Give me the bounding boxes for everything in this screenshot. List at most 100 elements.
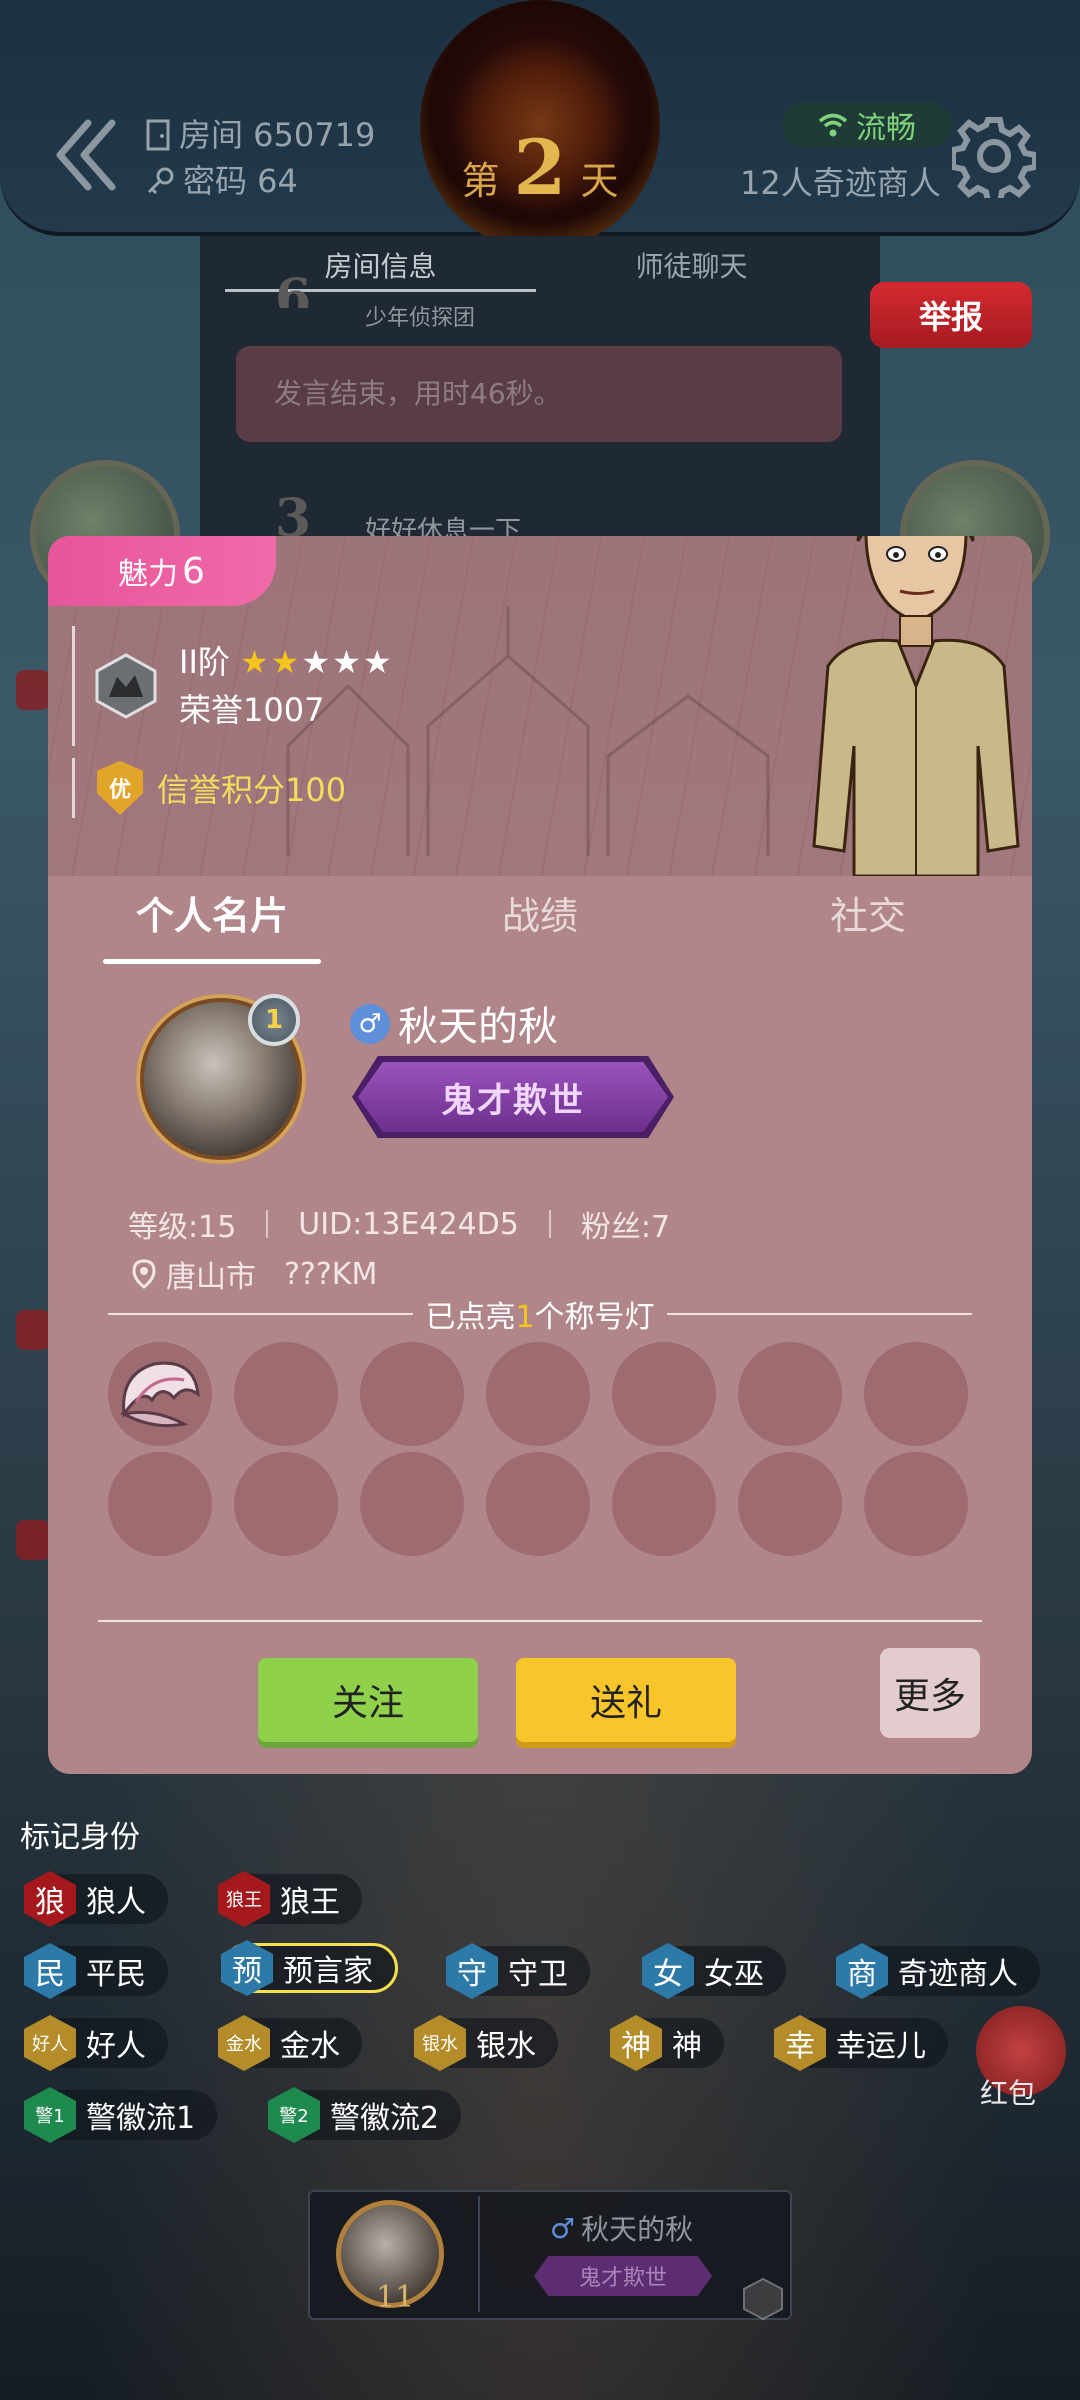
divider-line: [666, 1313, 972, 1315]
title-lamp-empty: [738, 1342, 842, 1446]
profile-card: 魅力 6 II阶 ★★★★★ 荣誉1007 优 信誉积分100 个人名片 战绩 …: [48, 536, 1032, 1774]
day-suffix: 天: [580, 159, 619, 203]
title-lamp-empty: [108, 1452, 212, 1556]
card-divider: [98, 1620, 982, 1622]
stats-divider: [266, 1210, 269, 1238]
identity-tag-villager[interactable]: 民 平民: [24, 1943, 168, 1999]
network-status: 流畅: [782, 102, 952, 148]
rank-block: II阶 ★★★★★ 荣誉1007: [72, 626, 394, 746]
identity-tag-merchant[interactable]: 商 奇迹商人: [836, 1943, 1040, 1999]
title-lamps-grid: [108, 1342, 978, 1556]
identity-tag-label: 狼人: [86, 1885, 146, 1920]
identity-tag-label: 银水: [476, 2029, 536, 2064]
credit-grade: 优: [108, 778, 131, 803]
seat-tag-left-2: [16, 1310, 50, 1350]
chat-message: 发言结束，用时46秒。: [236, 346, 842, 442]
day-number: 2: [513, 123, 567, 212]
wolf-rank-emblem-icon: [743, 2277, 783, 2321]
location-distance: ???KM: [284, 1256, 378, 1292]
identity-tag-label: 女巫: [704, 1957, 764, 1992]
tab-record[interactable]: 战绩: [376, 876, 704, 968]
day-prefix: 第: [461, 159, 500, 203]
charm-label: 魅力: [118, 557, 178, 592]
identity-tag-label: 好人: [86, 2029, 146, 2064]
player-title-badge[interactable]: 鬼才欺世: [358, 1062, 668, 1132]
network-status-text: 流畅: [856, 111, 916, 146]
send-gift-button[interactable]: 送礼: [516, 1658, 736, 1742]
identity-tag-good[interactable]: 好人 好人: [24, 2015, 168, 2071]
title-lamp-empty: [738, 1452, 842, 1556]
player-strip-name: ♂ 秋天的秋: [550, 2208, 693, 2248]
location-pin-icon: [132, 1259, 156, 1289]
identity-tag-god[interactable]: 神 神: [610, 2015, 724, 2071]
identity-tag-label: 金水: [280, 2029, 340, 2064]
tab-room-info[interactable]: 房间信息: [225, 242, 536, 292]
title-lamp-empty: [864, 1342, 968, 1446]
charm-badge: 魅力 6: [48, 536, 276, 606]
lamps-count: 1: [515, 1300, 535, 1335]
divider-line: [108, 1313, 414, 1315]
male-gender-icon: ♂: [550, 2211, 576, 2245]
player-fans: 粉丝:7: [580, 1210, 671, 1245]
lamps-prefix: 已点亮: [425, 1300, 516, 1335]
title-lamp-empty: [360, 1452, 464, 1556]
identity-tag-wolf-king[interactable]: 狼王 狼王: [218, 1871, 362, 1927]
title-lamp-empty: [234, 1342, 338, 1446]
wifi-icon: [818, 113, 848, 137]
report-button[interactable]: 举报: [870, 282, 1032, 348]
identity-tag-label: 神: [672, 2029, 702, 2064]
shell-fan-icon: [119, 1361, 200, 1428]
identity-tag-silver-water[interactable]: 银水 银水: [414, 2015, 558, 2071]
door-icon: [146, 119, 170, 151]
identity-tag-badge-flow-1[interactable]: 警1 警徽流1: [24, 2087, 218, 2143]
settings-button[interactable]: [950, 112, 1038, 200]
identity-tag-seer[interactable]: 预 预言家: [221, 1940, 398, 1996]
title-lamps-header: 已点亮1个称号灯: [108, 1294, 972, 1335]
title-lamp-empty: [612, 1452, 716, 1556]
chat-seat-number: 6: [275, 268, 312, 308]
title-lamp-lit[interactable]: [108, 1342, 212, 1446]
identity-tag-label: 平民: [86, 1957, 146, 1992]
shield-icon: 优: [97, 761, 143, 815]
identity-tag-gold-water[interactable]: 金水 金水: [218, 2015, 362, 2071]
day-indicator: 第2天: [420, 0, 660, 250]
credit-block: 优 信誉积分100: [72, 758, 346, 818]
title-lamp-empty: [486, 1452, 590, 1556]
tab-personal-card[interactable]: 个人名片: [48, 876, 376, 968]
identity-tag-lucky[interactable]: 幸 幸运儿: [774, 2015, 948, 2071]
title-lamp-empty: [612, 1342, 716, 1446]
double-chevron-left-icon: [56, 119, 116, 191]
tab-social[interactable]: 社交: [704, 876, 1032, 968]
title-lamp-empty: [486, 1342, 590, 1446]
identity-tag-guard[interactable]: 守 守卫: [446, 1943, 590, 1999]
chat-tabs: 房间信息 师徒聊天: [225, 242, 847, 292]
identity-tag-label: 警徽流2: [330, 2101, 440, 2136]
player-level: 等级:15: [128, 1210, 237, 1245]
seat-tag-left-3: [16, 1520, 50, 1560]
stats-divider: [548, 1210, 551, 1238]
identity-tag-werewolf[interactable]: 狼 狼人: [24, 1871, 168, 1927]
more-button[interactable]: 更多: [880, 1648, 980, 1738]
player-uid: UID:13E424D5: [298, 1206, 519, 1242]
identity-tag-witch[interactable]: 女 女巫: [642, 1943, 786, 1999]
male-gender-icon: ♂: [350, 1004, 390, 1044]
room-info: 房间 650719 密码 64: [145, 112, 375, 204]
key-icon: [147, 167, 174, 195]
identity-mark-title: 标记身份: [20, 1820, 140, 1855]
strip-divider: [478, 2196, 480, 2312]
identity-tag-label: 奇迹商人: [898, 1957, 1018, 1992]
seat-tag-left: [16, 670, 50, 710]
rank-tier: II阶: [179, 643, 230, 681]
player-nickname: 秋天的秋: [398, 1004, 558, 1050]
follow-button[interactable]: 关注: [258, 1658, 478, 1742]
tab-mentor-chat[interactable]: 师徒聊天: [536, 242, 847, 292]
honor-points: 荣誉1007: [179, 691, 325, 729]
title-lamp-empty: [234, 1452, 338, 1556]
identity-tag-label: 幸运儿: [836, 2029, 926, 2064]
room-password: 密码 64: [183, 162, 298, 200]
charm-value: 6: [182, 550, 205, 592]
back-button[interactable]: [50, 110, 120, 200]
title-lamp-empty: [864, 1452, 968, 1556]
avatar-level-medal: 1: [248, 994, 300, 1046]
identity-tag-badge-flow-2[interactable]: 警2 警徽流2: [268, 2087, 462, 2143]
